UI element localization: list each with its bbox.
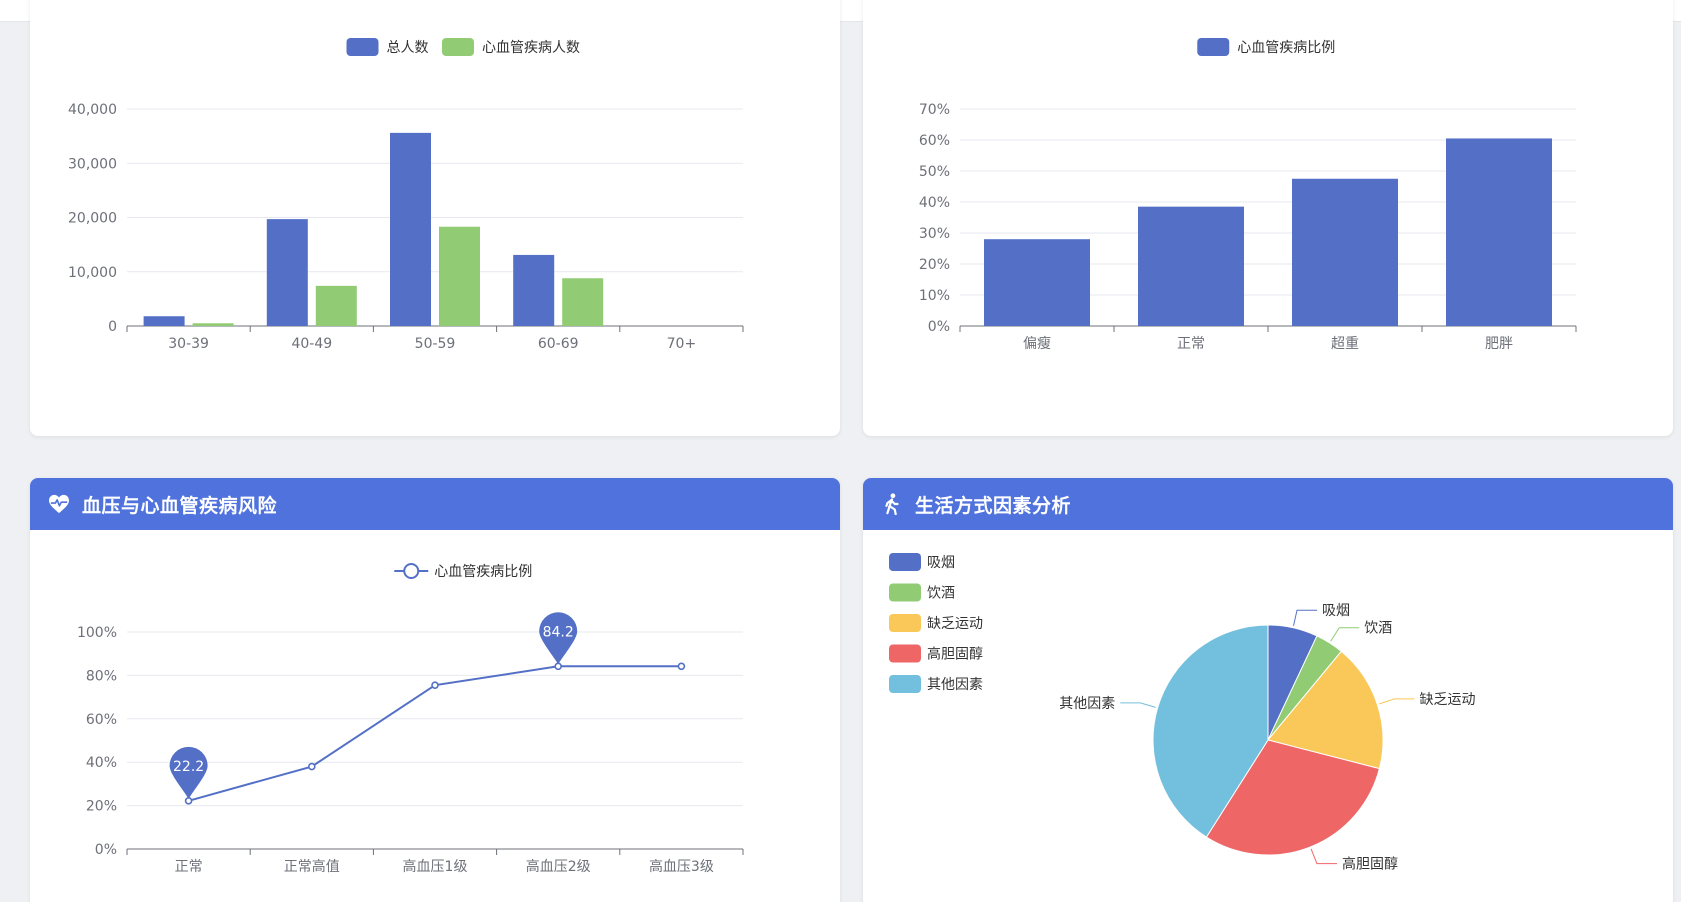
bp-marker-label: 84.2: [543, 624, 574, 640]
bp-x-tick-label: 正常高值: [284, 858, 340, 875]
age-x-tick-label: 60-69: [538, 336, 579, 352]
walking-person-icon: [881, 493, 903, 515]
bmi-y-tick-label: 40%: [919, 195, 950, 211]
life-label-leader: [1379, 698, 1415, 705]
age-y-tick-label: 40,000: [68, 102, 117, 118]
life-slice-label: 其他因素: [1059, 696, 1115, 712]
age-y-tick-label: 30,000: [68, 156, 117, 172]
bp-data-point: [431, 681, 439, 689]
life-slice-label: 饮酒: [1364, 621, 1392, 637]
age-legend-label: 心血管疾病人数: [482, 40, 580, 56]
life-label-leader: [1120, 702, 1156, 708]
life-legend-swatch: [889, 644, 921, 663]
bmi-y-tick-label: 0%: [928, 319, 950, 335]
age-legend-label: 总人数: [387, 40, 429, 56]
bmi-chart-card: 心血管疾病比例 0% 10% 20% 30% 40% 50% 60% 70% 偏瘦 正常 超重 肥胖: [863, 0, 1673, 436]
age-y-tick-label: 0: [108, 319, 117, 335]
age-chart-card: 总人数 心血管疾病人数 0 10,000 20,000 30,000 40,000 30-39…: [30, 0, 840, 436]
bp-marker-label: 22.2: [173, 759, 204, 775]
bp-card-header: 血压与心血管疾病风险: [30, 478, 840, 530]
bmi-bar: [1138, 206, 1244, 326]
life-label-leader: [1310, 848, 1337, 865]
life-legend-label: 高胆固醇: [927, 646, 983, 663]
bp-y-tick-label: 80%: [86, 668, 117, 684]
age-y-tick-label: 10,000: [68, 265, 117, 281]
bmi-legend-swatch: [1197, 38, 1230, 56]
heart-pulse-icon: [48, 493, 70, 515]
bp-x-tick-label: 高血压3级: [649, 858, 714, 875]
life-slice-label: 吸烟: [1322, 603, 1350, 619]
bp-y-tick-label: 0%: [95, 842, 117, 858]
bp-y-tick-label: 100%: [77, 625, 117, 641]
age-x-tick-label: 40-49: [291, 336, 332, 352]
age-bar-total: [513, 254, 555, 326]
life-slice-label: 高胆固醇: [1342, 856, 1398, 873]
life-label-leader: [1330, 627, 1360, 642]
bp-legend-label: 心血管疾病比例: [434, 564, 532, 580]
bmi-x-tick-label: 超重: [1331, 336, 1359, 352]
bp-x-tick-label: 高血压2级: [526, 858, 591, 875]
life-legend-label: 其他因素: [927, 677, 983, 693]
life-legend-swatch: [889, 614, 921, 632]
bmi-y-tick-label: 20%: [919, 257, 950, 273]
bp-line-chart: 心血管疾病比例 0% 20% 40% 60% 80% 100% 正常 正常高值 高血压1级 高血压2…: [77, 563, 744, 875]
age-bar-total: [143, 316, 185, 326]
age-legend-swatch: [346, 38, 379, 56]
age-x-tick-label: 70+: [667, 336, 697, 352]
bp-x-tick-label: 高血压1级: [403, 858, 468, 875]
life-legend-swatch: [889, 583, 921, 602]
age-bar-chart: 总人数 心血管疾病人数 0 10,000 20,000 30,000 40,000 30-39…: [68, 38, 744, 352]
bmi-y-tick-label: 70%: [919, 102, 950, 118]
bp-y-tick-label: 40%: [86, 755, 117, 771]
age-bar-total: [390, 132, 431, 326]
bmi-y-tick-label: 50%: [919, 164, 950, 180]
lifestyle-card-title: 生活方式因素分析: [915, 494, 1072, 517]
bp-data-point: [677, 662, 686, 671]
lifestyle-pie-chart: 吸烟饮酒缺乏运动高胆固醇其他因素吸烟饮酒缺乏运动高胆固醇其他因素: [889, 553, 1475, 873]
lifestyle-card-header: 生活方式因素分析: [863, 478, 1673, 530]
bmi-bar: [984, 239, 1090, 326]
bmi-x-tick-label: 正常: [1177, 336, 1205, 352]
age-x-tick-label: 50-59: [415, 336, 456, 352]
bp-card-title: 血压与心血管疾病风险: [82, 494, 278, 517]
age-y-tick-label: 20,000: [68, 211, 117, 227]
bmi-x-tick-label: 肥胖: [1485, 336, 1513, 352]
age-bar-cvd: [192, 323, 234, 326]
bmi-y-tick-label: 30%: [919, 226, 950, 242]
bp-legend-marker-icon: [403, 563, 420, 579]
bp-y-tick-label: 60%: [86, 712, 117, 728]
bmi-bar-chart: 心血管疾病比例 0% 10% 20% 30% 40% 50% 60% 70% 偏瘦 正常 超重 肥胖: [919, 38, 1577, 352]
life-slice-label: 缺乏运动: [1419, 692, 1475, 708]
bmi-legend-label: 心血管疾病比例: [1237, 40, 1335, 56]
bp-chart-card: 血压与心血管疾病风险 心血管疾病比例 0% 20% 40% 60% 80% 100% 正常 正常…: [30, 478, 840, 902]
bmi-x-tick-label: 偏瘦: [1023, 335, 1051, 352]
bmi-bar: [1292, 178, 1398, 326]
age-bar-cvd: [439, 226, 480, 326]
life-legend-swatch: [889, 675, 921, 693]
bmi-y-tick-label: 10%: [919, 288, 950, 304]
age-bar-cvd: [562, 278, 604, 326]
bmi-bar: [1446, 138, 1552, 326]
life-legend-swatch: [889, 553, 921, 571]
bmi-y-tick-label: 60%: [919, 133, 950, 149]
life-legend-label: 缺乏运动: [927, 616, 983, 632]
life-label-leader: [1293, 609, 1318, 626]
life-legend-label: 吸烟: [927, 555, 955, 571]
age-bar-total: [266, 219, 308, 326]
lifestyle-chart-card: 生活方式因素分析 吸烟 饮酒 缺乏运动 高胆固醇 其他因素 吸烟 饮酒 缺乏运动 高胆固醇 其他因…: [863, 478, 1673, 902]
age-bar-cvd: [315, 285, 357, 326]
bp-y-tick-label: 20%: [86, 799, 117, 815]
bp-data-point: [307, 762, 316, 771]
life-legend-label: 饮酒: [927, 586, 955, 602]
age-x-tick-label: 30-39: [168, 336, 209, 352]
age-legend-swatch: [442, 38, 474, 56]
bp-x-tick-label: 正常: [175, 859, 203, 875]
